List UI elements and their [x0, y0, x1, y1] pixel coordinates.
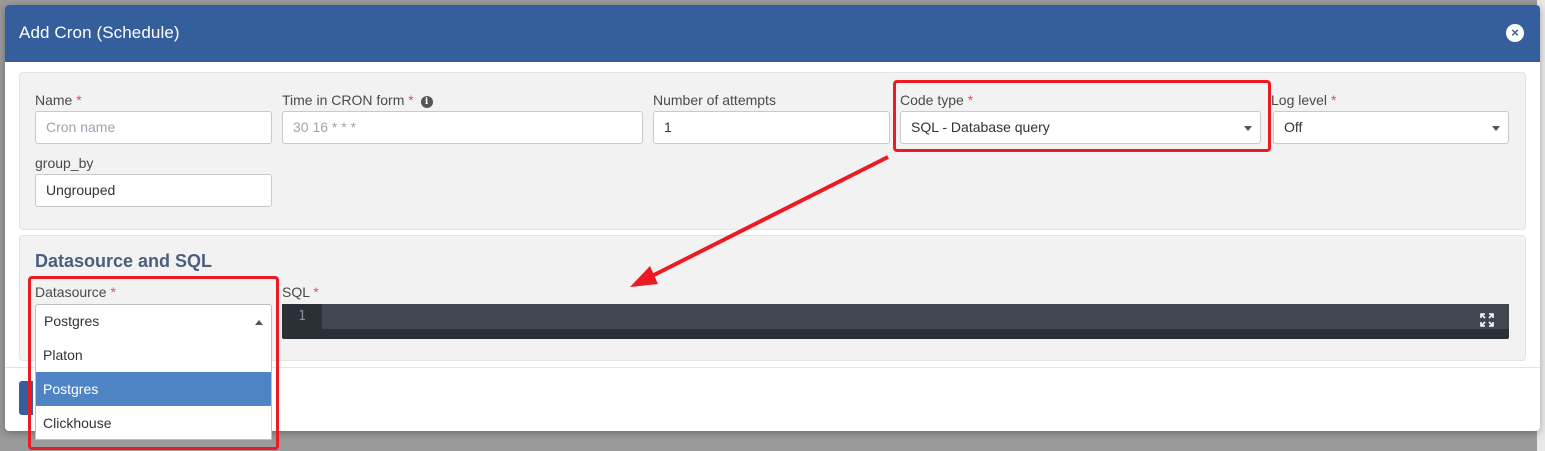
required-marker: * — [967, 92, 974, 108]
required-marker: * — [110, 284, 116, 300]
cron-time-label: Time in CRON form * i — [282, 92, 433, 108]
expand-icon[interactable] — [1480, 313, 1494, 327]
modal-header: Add Cron (Schedule) × — [5, 5, 1540, 62]
cron-time-input[interactable]: 30 16 * * * — [282, 111, 643, 144]
required-marker: * — [313, 284, 319, 300]
required-marker: * — [76, 92, 82, 108]
name-label: Name * — [35, 92, 82, 108]
line-number: 1 — [282, 304, 322, 329]
cron-settings-panel: Name * Cron name Time in CRON form * i 3… — [19, 72, 1526, 230]
datasource-select[interactable]: Postgres — [35, 304, 272, 339]
log-level-label: Log level * — [1271, 92, 1337, 108]
caret-down-icon — [1492, 126, 1500, 131]
caret-down-icon — [1244, 126, 1252, 131]
group-by-label: group_by — [35, 155, 94, 171]
log-level-select[interactable]: Off — [1273, 111, 1509, 144]
caret-up-icon — [255, 320, 263, 325]
required-marker: * — [408, 92, 414, 108]
code-type-value: SQL - Database query — [911, 119, 1050, 135]
active-line[interactable] — [322, 304, 1509, 329]
modal-title: Add Cron (Schedule) — [19, 23, 180, 42]
sql-editor[interactable]: 1 — [282, 304, 1509, 339]
log-level-value: Off — [1284, 119, 1303, 135]
name-input[interactable]: Cron name — [35, 111, 272, 144]
dropdown-option-platon[interactable]: Platon — [36, 338, 271, 372]
code-type-select[interactable]: SQL - Database query — [900, 111, 1261, 144]
dropdown-option-postgres[interactable]: Postgres — [36, 372, 271, 406]
required-marker: * — [1330, 92, 1337, 108]
sql-label: SQL * — [282, 284, 319, 300]
attempts-input[interactable]: 1 — [653, 111, 890, 144]
close-icon[interactable]: × — [1506, 24, 1524, 42]
info-icon[interactable]: i — [420, 96, 433, 108]
datasource-label: Datasource * — [35, 284, 116, 300]
datasource-value: Postgres — [44, 313, 100, 329]
attempts-label: Number of attempts — [653, 92, 776, 108]
footer-button[interactable] — [19, 381, 33, 415]
code-type-label: Code type * — [900, 92, 974, 108]
dropdown-option-clickhouse[interactable]: Clickhouse — [36, 406, 271, 440]
section-title: Datasource and SQL — [35, 251, 213, 271]
group-by-input[interactable]: Ungrouped — [35, 174, 272, 207]
datasource-dropdown: Platon Postgres Clickhouse — [35, 337, 272, 440]
